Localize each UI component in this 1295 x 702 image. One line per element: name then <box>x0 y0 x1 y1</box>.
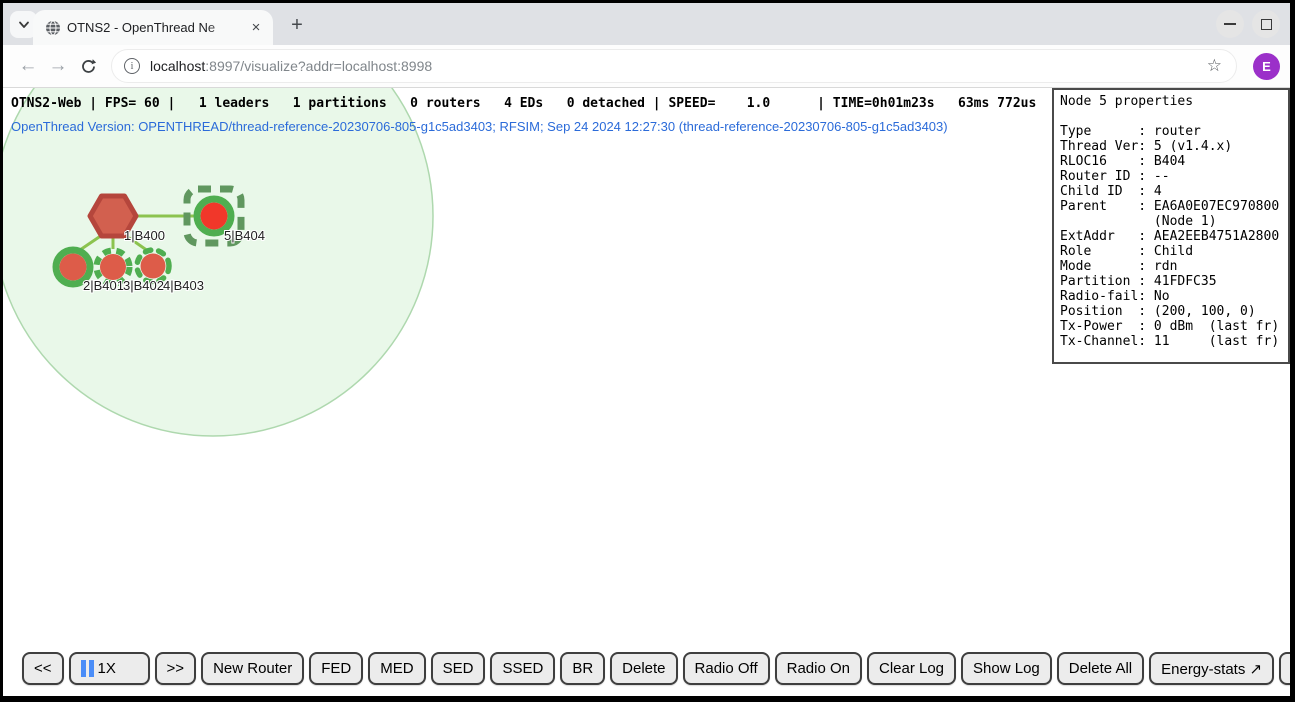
panel-line: (Node 1) <box>1060 214 1288 229</box>
ssed-label: SSED <box>502 660 543 677</box>
forward-arrow-icon: → <box>49 55 68 77</box>
br-label: BR <box>572 660 593 677</box>
node-5-label: 5|B404 <box>224 228 265 243</box>
window-controls <box>1216 10 1280 38</box>
panel-spacer <box>1060 109 1288 124</box>
profile-avatar[interactable]: E <box>1253 53 1280 80</box>
panel-line: Type : router <box>1060 124 1288 139</box>
back-arrow-icon: ← <box>19 55 38 77</box>
star-icon: ☆ <box>1207 56 1222 75</box>
maximize-icon <box>1261 19 1272 30</box>
network-canvas[interactable]: 1|B400 5|B404 2|B401 3|B402 4|B403 <box>3 88 1049 696</box>
med-label: MED <box>380 660 413 677</box>
version-line: OpenThread Version: OPENTHREAD/thread-re… <box>11 119 948 134</box>
radio-off-label: Radio Off <box>695 660 758 677</box>
panel-line: Thread Ver: 5 (v1.4.x) <box>1060 139 1288 154</box>
globe-favicon-icon <box>45 20 61 36</box>
panel-line: Partition : 41FDFC35 <box>1060 274 1288 289</box>
otns-page: 1|B400 5|B404 2|B401 3|B402 4|B403 OTNS2… <box>3 88 1290 696</box>
minimize-button[interactable] <box>1216 10 1244 38</box>
sed-label: SED <box>443 660 474 677</box>
url-text: localhost:8997/visualize?addr=localhost:… <box>150 58 1207 74</box>
node-3-label: 3|B402 <box>123 278 164 293</box>
tab-strip: OTNS2 - OpenThread Ne × + <box>3 3 1290 45</box>
forward-button[interactable]: → <box>43 51 73 81</box>
browser-toolbar: ← → i localhost:8997/visualize?addr=loca… <box>3 45 1290 88</box>
panel-line: RLOC16 : B404 <box>1060 154 1288 169</box>
speed-up-label: >> <box>167 660 185 677</box>
panel-line: Router ID : -- <box>1060 169 1288 184</box>
tab-close-button[interactable]: × <box>247 19 265 37</box>
show-log-button[interactable]: Show Log <box>961 652 1052 685</box>
panel-title: Node 5 properties <box>1060 94 1288 109</box>
node-4-label: 4|B403 <box>163 278 204 293</box>
bookmark-star-button[interactable]: ☆ <box>1207 56 1222 76</box>
show-log-label: Show Log <box>973 660 1040 677</box>
speed-down-button[interactable]: << <box>22 652 64 685</box>
maximize-button[interactable] <box>1252 10 1280 38</box>
status-bar: OTNS2-Web | FPS= 60 | 1 leaders 1 partit… <box>11 96 1036 111</box>
energy-stats-button[interactable]: Energy-stats ↗ <box>1149 652 1274 685</box>
new-tab-button[interactable]: + <box>285 13 309 37</box>
omnibox[interactable]: i localhost:8997/visualize?addr=localhos… <box>111 49 1237 83</box>
tab-title: OTNS2 - OpenThread Ne <box>67 20 241 35</box>
radio-on-button[interactable]: Radio On <box>775 652 862 685</box>
browser-tab[interactable]: OTNS2 - OpenThread Ne × <box>33 10 273 45</box>
panel-line: Mode : rdn <box>1060 259 1288 274</box>
panel-line: Radio-fail: No <box>1060 289 1288 304</box>
br-button[interactable]: BR <box>560 652 605 685</box>
reload-button[interactable] <box>73 51 103 81</box>
new-router-label: New Router <box>213 660 292 677</box>
energy-stats-label: Energy-stats ↗ <box>1161 660 1262 678</box>
reload-icon <box>80 58 97 75</box>
node-2-label: 2|B401 <box>83 278 124 293</box>
speed-down-label: << <box>34 660 52 677</box>
panel-line: ExtAddr : AEA2EEB4751A2800 <box>1060 229 1288 244</box>
url-host: localhost <box>150 58 205 74</box>
plus-icon: + <box>291 14 303 37</box>
fed-button[interactable]: FED <box>309 652 363 685</box>
panel-line: Tx-Channel: 11 (last fr) <box>1060 334 1288 349</box>
node-1-label: 1|B400 <box>124 228 165 243</box>
node-properties-panel: Node 5 properties Type : router Thread V… <box>1052 88 1290 364</box>
sed-button[interactable]: SED <box>431 652 486 685</box>
speed-up-button[interactable]: >> <box>155 652 197 685</box>
delete-button[interactable]: Delete <box>610 652 677 685</box>
close-icon: × <box>252 19 261 36</box>
chevron-down-icon <box>17 20 31 30</box>
clear-log-button[interactable]: Clear Log <box>867 652 956 685</box>
simulation-toolbar: << 1X >> New Router FED MED SED SSED BR … <box>22 652 1290 685</box>
speed-button[interactable]: 1X <box>69 652 150 685</box>
clear-log-label: Clear Log <box>879 660 944 677</box>
minimize-icon <box>1224 23 1236 25</box>
speed-label: 1X <box>98 660 116 677</box>
url-path: :8997/visualize?addr=localhost:8998 <box>205 58 432 74</box>
site-info-icon[interactable]: i <box>124 58 140 74</box>
delete-label: Delete <box>622 660 665 677</box>
med-button[interactable]: MED <box>368 652 425 685</box>
ssed-button[interactable]: SSED <box>490 652 555 685</box>
new-router-button[interactable]: New Router <box>201 652 304 685</box>
panel-line: Tx-Power : 0 dBm (last fr) <box>1060 319 1288 334</box>
node-stats-button[interactable]: Node-stats ↗ <box>1279 652 1290 685</box>
fed-label: FED <box>321 660 351 677</box>
radio-on-label: Radio On <box>787 660 850 677</box>
back-button[interactable]: ← <box>13 51 43 81</box>
radio-off-button[interactable]: Radio Off <box>683 652 770 685</box>
panel-line: Role : Child <box>1060 244 1288 259</box>
info-glyph: i <box>131 61 134 72</box>
browser-window: OTNS2 - OpenThread Ne × + ← → i localhos… <box>3 3 1290 696</box>
panel-line: Position : (200, 100, 0) <box>1060 304 1288 319</box>
panel-line: Child ID : 4 <box>1060 184 1288 199</box>
pause-icon <box>81 660 94 677</box>
panel-line: Parent : EA6A0E07EC970800 <box>1060 199 1288 214</box>
delete-all-label: Delete All <box>1069 660 1132 677</box>
delete-all-button[interactable]: Delete All <box>1057 652 1144 685</box>
